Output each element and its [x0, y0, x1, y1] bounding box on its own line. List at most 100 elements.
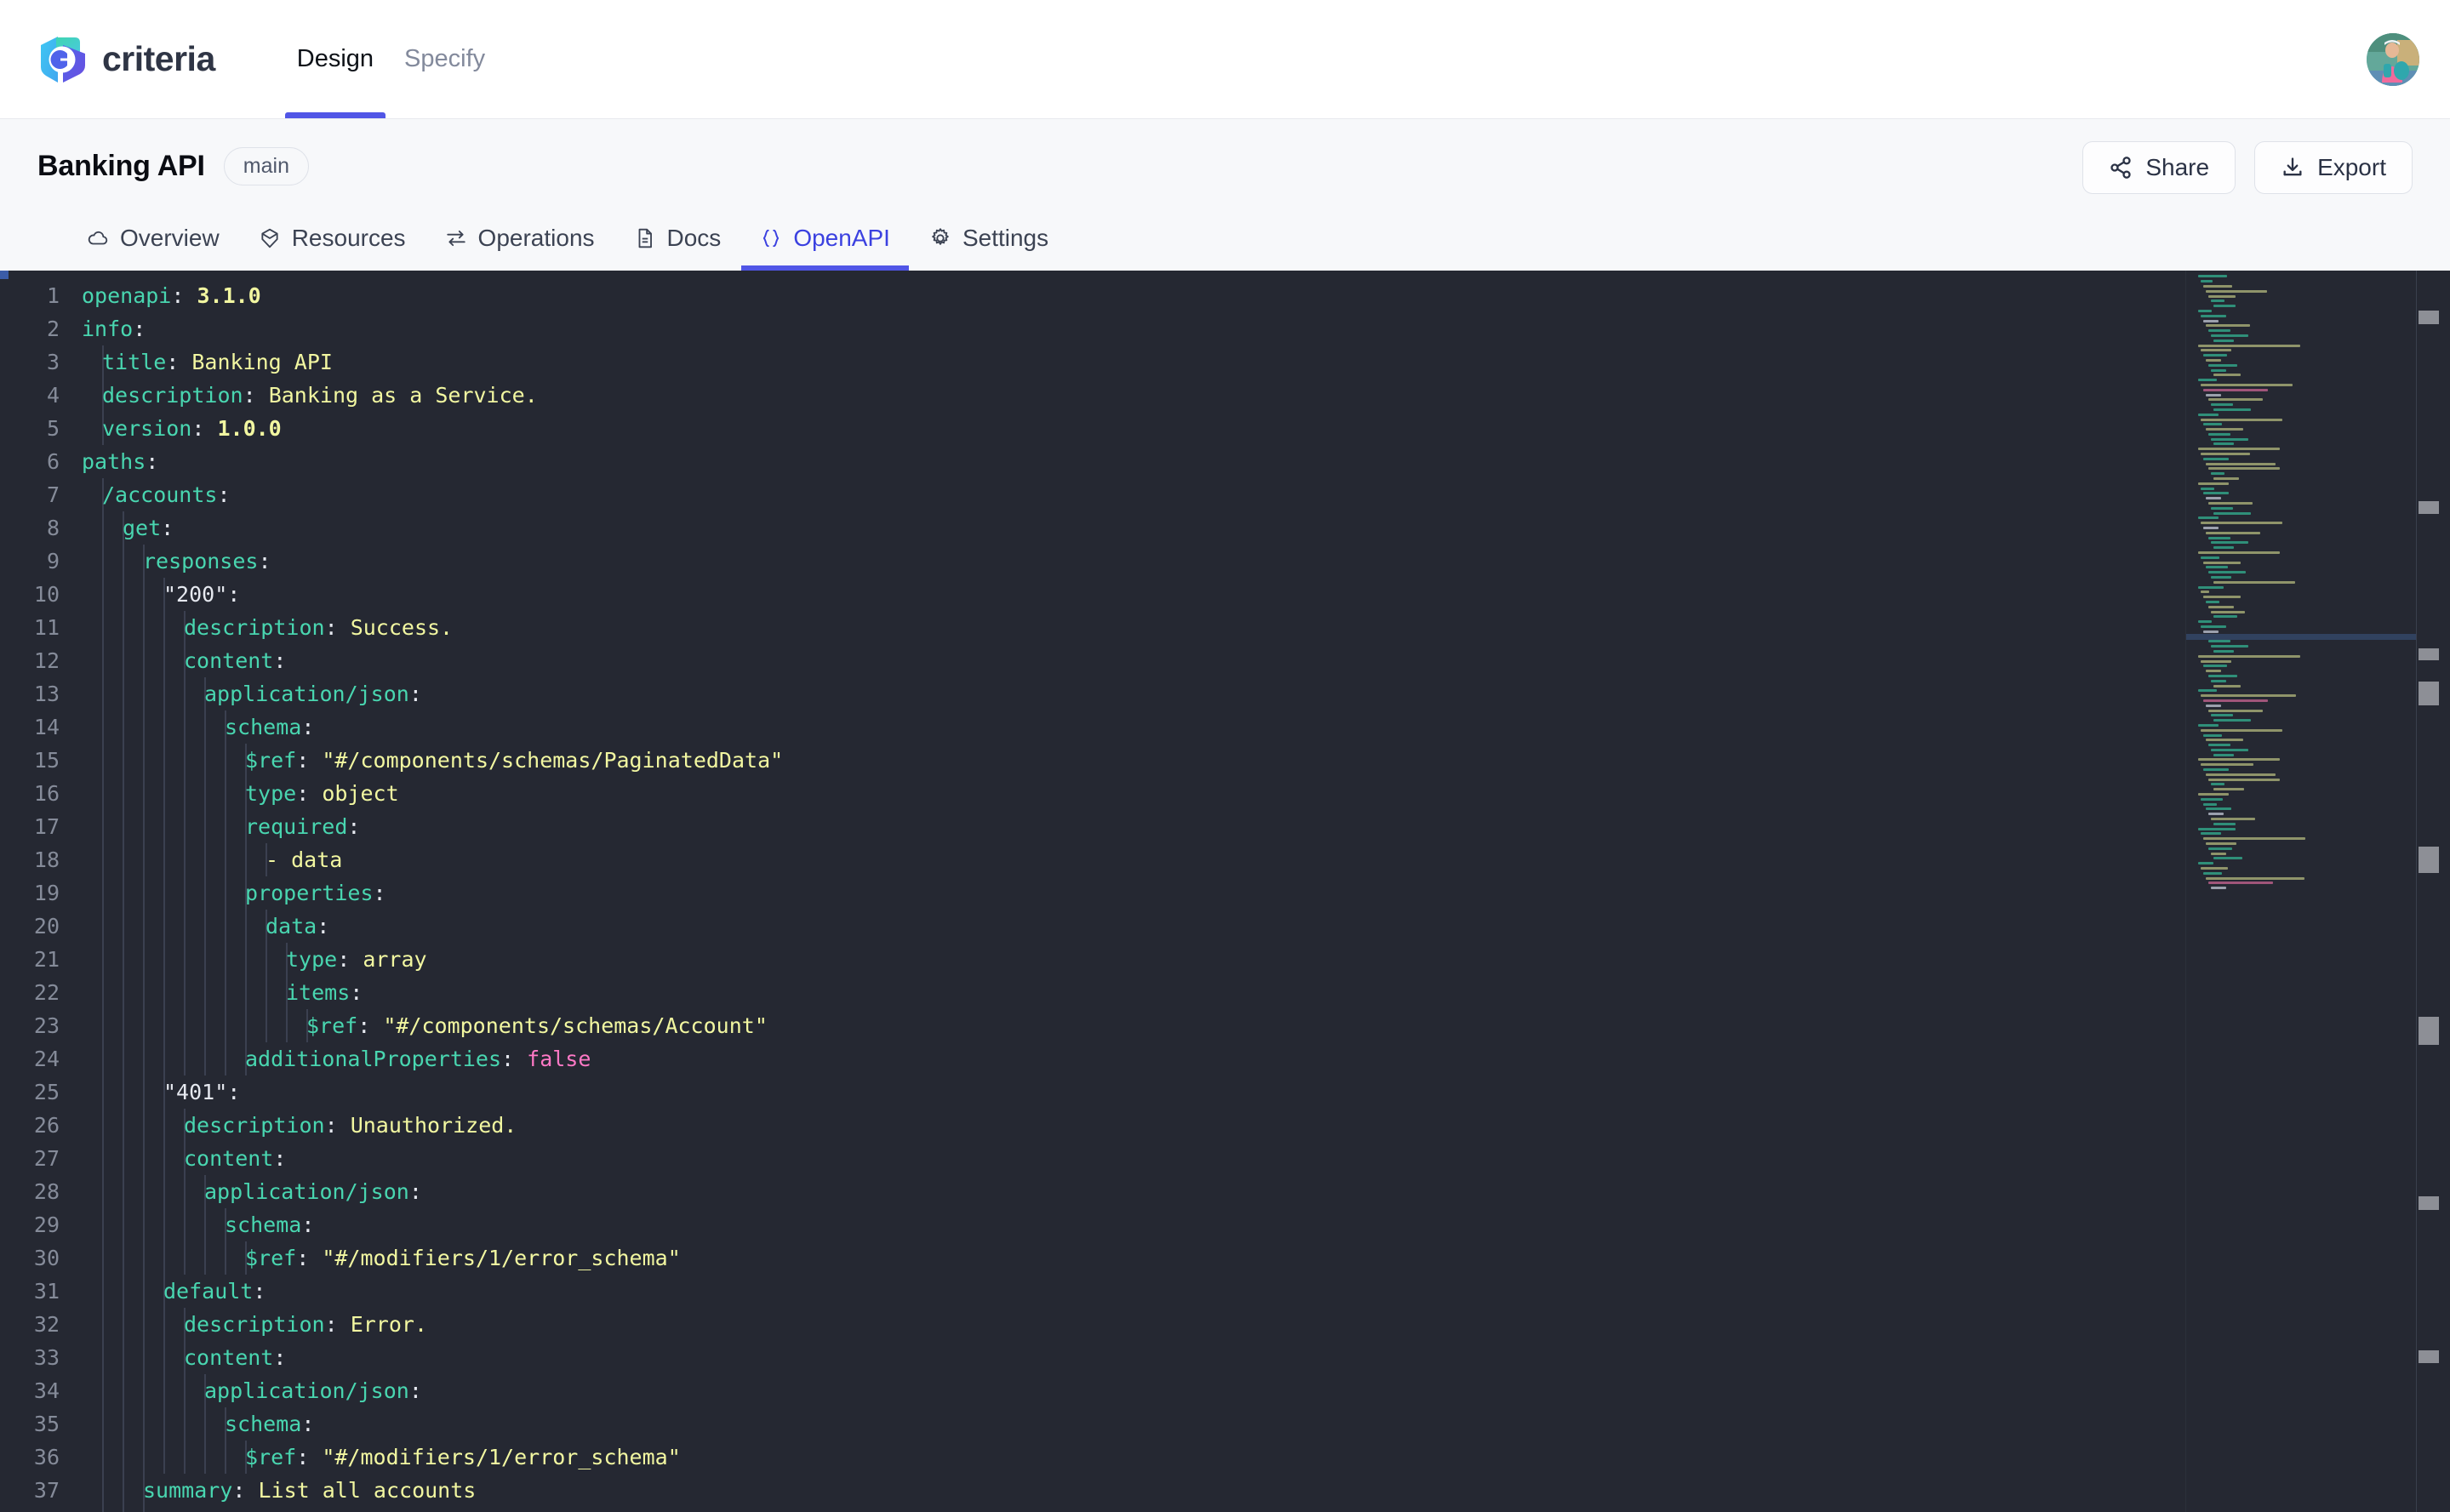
code-line[interactable]: 37 summary: List all accounts — [0, 1474, 2185, 1507]
token-v: Banking as a Service. — [268, 383, 538, 408]
code-line[interactable]: 17 required: — [0, 810, 2185, 843]
scrollbar-mark[interactable] — [2419, 1350, 2439, 1363]
code-lines[interactable]: 1 openapi: 3.1.0 2 info: 3 title: Banking API… — [0, 279, 2185, 1512]
code-line[interactable]: 25 "401": — [0, 1076, 2185, 1109]
token-k: type — [245, 781, 297, 806]
token-v: data — [291, 847, 343, 872]
code-line[interactable]: 14 schema: — [0, 710, 2185, 744]
token-k: additionalProperties — [245, 1047, 502, 1071]
code-line[interactable]: 34 application/json: — [0, 1374, 2185, 1407]
tab-resources[interactable]: Resources — [240, 213, 425, 271]
code-line[interactable]: 26 description: Unauthorized. — [0, 1109, 2185, 1142]
vertical-scrollbar[interactable] — [2417, 271, 2450, 1512]
token-c: : — [253, 1279, 266, 1304]
line-content: version: 1.0.0 — [82, 412, 2185, 445]
branch-badge[interactable]: main — [223, 146, 309, 185]
minimap-line — [2186, 886, 2417, 891]
code-line[interactable]: 27 content: — [0, 1142, 2185, 1175]
code-line[interactable]: 2 info: — [0, 312, 2185, 345]
token-k: description — [184, 615, 325, 640]
nav-tab-design[interactable]: Design — [282, 0, 389, 118]
tab-openapi[interactable]: OpenAPI — [741, 213, 909, 271]
code-line[interactable]: 32 description: Error. — [0, 1308, 2185, 1341]
scrollbar-mark[interactable] — [2419, 310, 2439, 324]
line-number: 14 — [33, 715, 60, 739]
scrollbar-mark[interactable] — [2419, 681, 2439, 705]
code-line[interactable]: 5 version: 1.0.0 — [0, 412, 2185, 445]
tab-operations[interactable]: Operations — [426, 213, 614, 271]
code-line[interactable]: 7/accounts: — [0, 478, 2185, 511]
line-number: 25 — [33, 1080, 60, 1104]
line-content: application/json: — [82, 1175, 2185, 1208]
token-c: : — [133, 317, 146, 341]
token-k: summary — [143, 1478, 233, 1503]
code-line[interactable]: 19 properties: — [0, 876, 2185, 910]
scrollbar-mark[interactable] — [2419, 501, 2439, 514]
code-line[interactable]: 21 type: array — [0, 943, 2185, 976]
code-line[interactable]: 20 data: — [0, 910, 2185, 943]
token-c: : — [227, 582, 241, 607]
code-line[interactable]: 15 $ref: "#/components/schemas/PaginatedD… — [0, 744, 2185, 777]
code-line[interactable]: 22 items: — [0, 976, 2185, 1009]
editor-minimap[interactable] — [2185, 271, 2417, 1512]
token-c: : — [301, 1412, 315, 1436]
token-c: : — [296, 1246, 323, 1270]
token-k: data — [266, 914, 317, 939]
code-line[interactable]: 4 description: Banking as a Service. — [0, 379, 2185, 412]
code-editor-area[interactable]: 1 openapi: 3.1.0 2 info: 3 title: Banking API… — [0, 271, 2185, 1512]
code-line[interactable]: 36 $ref: "#/modifiers/1/error_schema" — [0, 1441, 2185, 1474]
hexagon-icon — [259, 228, 281, 253]
share-button[interactable]: Share — [2082, 141, 2236, 194]
code-line[interactable]: 23 $ref: "#/components/schemas/Account" — [0, 1009, 2185, 1042]
avatar[interactable] — [2367, 32, 2419, 86]
code-line[interactable]: 31 default: — [0, 1275, 2185, 1308]
line-number: 2 — [46, 317, 60, 341]
token-c: : — [357, 1013, 384, 1038]
code-line[interactable]: 8 get: — [0, 511, 2185, 545]
brand[interactable]: criteria — [37, 33, 215, 86]
token-c: : — [232, 1478, 259, 1503]
line-number: 19 — [33, 881, 60, 905]
code-line[interactable]: 9 responses: — [0, 545, 2185, 578]
scrollbar-mark[interactable] — [2419, 846, 2439, 873]
scrollbar-mark[interactable] — [2419, 1016, 2439, 1046]
nav-tab-specify[interactable]: Specify — [389, 0, 500, 118]
token-c: : — [146, 449, 159, 474]
line-number: 12 — [33, 648, 60, 673]
scrollbar-mark[interactable] — [2419, 648, 2439, 661]
code-line[interactable]: 38parameters: — [0, 1507, 2185, 1512]
line-number: 22 — [33, 980, 60, 1005]
code-line[interactable]: 12 content: — [0, 644, 2185, 677]
code-line[interactable]: 28 application/json: — [0, 1175, 2185, 1208]
brand-name: criteria — [102, 39, 215, 78]
line-number: 38 — [0, 1507, 82, 1512]
token-c: : — [324, 1312, 351, 1337]
scrollbar-mark[interactable] — [2419, 1196, 2439, 1211]
code-line[interactable]: 33 content: — [0, 1341, 2185, 1374]
code-line[interactable]: 11 description: Success. — [0, 611, 2185, 644]
code-line[interactable]: 3 title: Banking API — [0, 345, 2185, 379]
token-k: schema — [225, 715, 302, 739]
token-d: - — [266, 847, 292, 872]
code-line[interactable]: 30 $ref: "#/modifiers/1/error_schema" — [0, 1241, 2185, 1275]
tab-docs[interactable]: Docs — [615, 213, 740, 271]
code-line[interactable]: 13 application/json: — [0, 677, 2185, 710]
code-line[interactable]: 6 paths: — [0, 445, 2185, 478]
code-line[interactable]: 29 schema: — [0, 1208, 2185, 1241]
tab-settings[interactable]: Settings — [911, 213, 1067, 271]
code-line[interactable]: 16 type: object — [0, 777, 2185, 810]
token-c: : — [171, 283, 197, 308]
export-button-label: Export — [2317, 154, 2386, 180]
export-button[interactable]: Export — [2254, 141, 2413, 194]
code-line[interactable]: 35 schema: — [0, 1407, 2185, 1441]
line-number: 30 — [33, 1246, 60, 1270]
code-line[interactable]: 24 additionalProperties: false — [0, 1042, 2185, 1076]
code-line[interactable]: 10 "200": — [0, 578, 2185, 611]
token-kq: "200" — [163, 582, 228, 607]
tab-overview[interactable]: Overview — [68, 213, 238, 271]
line-content: parameters: — [82, 1507, 2185, 1512]
code-line[interactable]: 18 - data — [0, 843, 2185, 876]
token-c: : — [296, 748, 323, 773]
code-line[interactable]: 1 openapi: 3.1.0 — [0, 279, 2185, 312]
tab-resources-label: Resources — [291, 225, 406, 251]
